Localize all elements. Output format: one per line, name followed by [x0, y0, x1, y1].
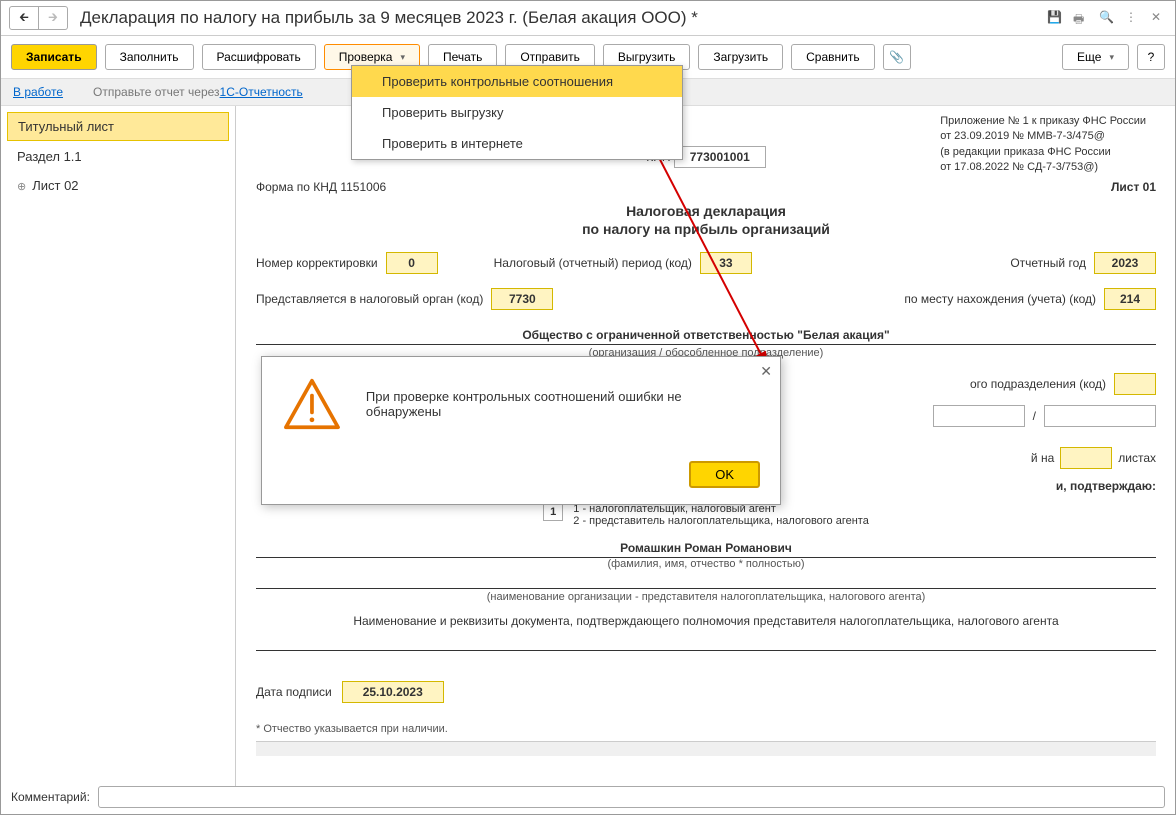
appendix-info: Приложение № 1 к приказу ФНС России от 2… [940, 114, 1146, 176]
sheets-label-1: й на [1031, 451, 1054, 465]
subdivision-label: ого подразделения (код) [970, 377, 1106, 391]
year-field[interactable]: 2023 [1094, 252, 1156, 274]
tax-org-label: Представляется в налоговый орган (код) [256, 292, 483, 306]
year-label: Отчетный год [1010, 256, 1086, 270]
fill-button[interactable]: Заполнить [105, 44, 194, 70]
save-button[interactable]: Записать [11, 44, 97, 70]
sheets-label-2: листах [1118, 451, 1156, 465]
hint-text: Отправьте отчет через [93, 85, 220, 99]
zoom-icon[interactable]: 🔍 [1099, 10, 1115, 26]
place-field[interactable]: 214 [1104, 288, 1156, 310]
sheet-number: Лист 01 [1111, 180, 1156, 194]
footnote: * Отчество указывается при наличии. [256, 723, 1156, 735]
close-icon[interactable]: ✕ [1151, 10, 1167, 26]
modal-ok-button[interactable]: OK [689, 461, 760, 488]
org-name: Общество с ограниченной ответственностью… [256, 328, 1156, 345]
dd-item-check-upload[interactable]: Проверить выгрузку [352, 97, 682, 128]
modal-close-button[interactable]: ✕ [760, 363, 772, 380]
decrypt-button[interactable]: Расшифровать [202, 44, 316, 70]
help-button[interactable]: ? [1137, 44, 1165, 70]
attach-button[interactable]: 📎 [883, 44, 911, 70]
correction-label: Номер корректировки [256, 256, 378, 270]
payer-legend: 1 - налогоплательщик, налоговый агент 2 … [573, 503, 869, 527]
comment-label: Комментарий: [11, 790, 90, 804]
sidebar-item-title-sheet[interactable]: Титульный лист [7, 112, 229, 141]
phone-field-2[interactable] [1044, 405, 1156, 427]
sign-date-field[interactable]: 25.10.2023 [342, 681, 444, 703]
representative-sub: (фамилия, имя, отчество * полностью) [256, 558, 1156, 570]
place-label: по месту нахождения (учета) (код) [904, 292, 1096, 306]
check-result-modal: ✕ При проверке контрольных соотношений о… [261, 356, 781, 505]
dd-item-check-relations[interactable]: Проверить контрольные соотношения [352, 66, 682, 97]
tax-org-field[interactable]: 7730 [491, 288, 553, 310]
sidebar-item-section-1-1[interactable]: Раздел 1.1 [7, 143, 229, 170]
rep-org-sub: (наименование организации - представител… [256, 591, 1156, 603]
save-icon[interactable]: 💾 [1047, 10, 1063, 26]
sheets-field[interactable] [1060, 447, 1112, 469]
kebab-icon[interactable]: ⋮ [1125, 10, 1141, 26]
more-button[interactable]: Еще [1062, 44, 1129, 70]
nav-forward-button[interactable]: 🡲 [39, 6, 68, 30]
check-dropdown-menu: Проверить контрольные соотношения Провер… [351, 65, 683, 160]
download-button[interactable]: Загрузить [698, 44, 783, 70]
status-link[interactable]: В работе [13, 85, 63, 99]
sidebar: Титульный лист Раздел 1.1 Лист 02 [1, 106, 236, 802]
correction-field[interactable]: 0 [386, 252, 438, 274]
dd-item-check-internet[interactable]: Проверить в интернете [352, 128, 682, 159]
kpp-field[interactable]: 773001001 [674, 146, 766, 168]
nav-back-button[interactable]: 🡰 [9, 6, 39, 30]
phone-field-1[interactable] [933, 405, 1025, 427]
print-icon[interactable]: 🖶 [1073, 10, 1089, 26]
horizontal-scrollbar[interactable] [256, 741, 1156, 756]
compare-button[interactable]: Сравнить [791, 44, 874, 70]
comment-input[interactable] [98, 786, 1165, 808]
hint-link[interactable]: 1С-Отчетность [220, 85, 303, 99]
period-label: Налоговый (отчетный) период (код) [494, 256, 692, 270]
payer-code-field[interactable]: 1 [543, 503, 563, 521]
sidebar-item-sheet-02[interactable]: Лист 02 [7, 172, 229, 199]
form-knd-label: Форма по КНД 1151006 [256, 180, 386, 194]
modal-message: При проверке контрольных соотношений оши… [366, 389, 760, 419]
warning-icon [282, 377, 342, 431]
auth-doc-text: Наименование и реквизиты документа, подт… [256, 613, 1156, 630]
sign-date-label: Дата подписи [256, 685, 332, 699]
subdivision-field[interactable] [1114, 373, 1156, 395]
doc-title: Налоговая декларация по налогу на прибыл… [256, 202, 1156, 238]
representative-name: Ромашкин Роман Романович [256, 541, 1156, 558]
period-field[interactable]: 33 [700, 252, 752, 274]
window-title: Декларация по налогу на прибыль за 9 мес… [80, 8, 1047, 28]
